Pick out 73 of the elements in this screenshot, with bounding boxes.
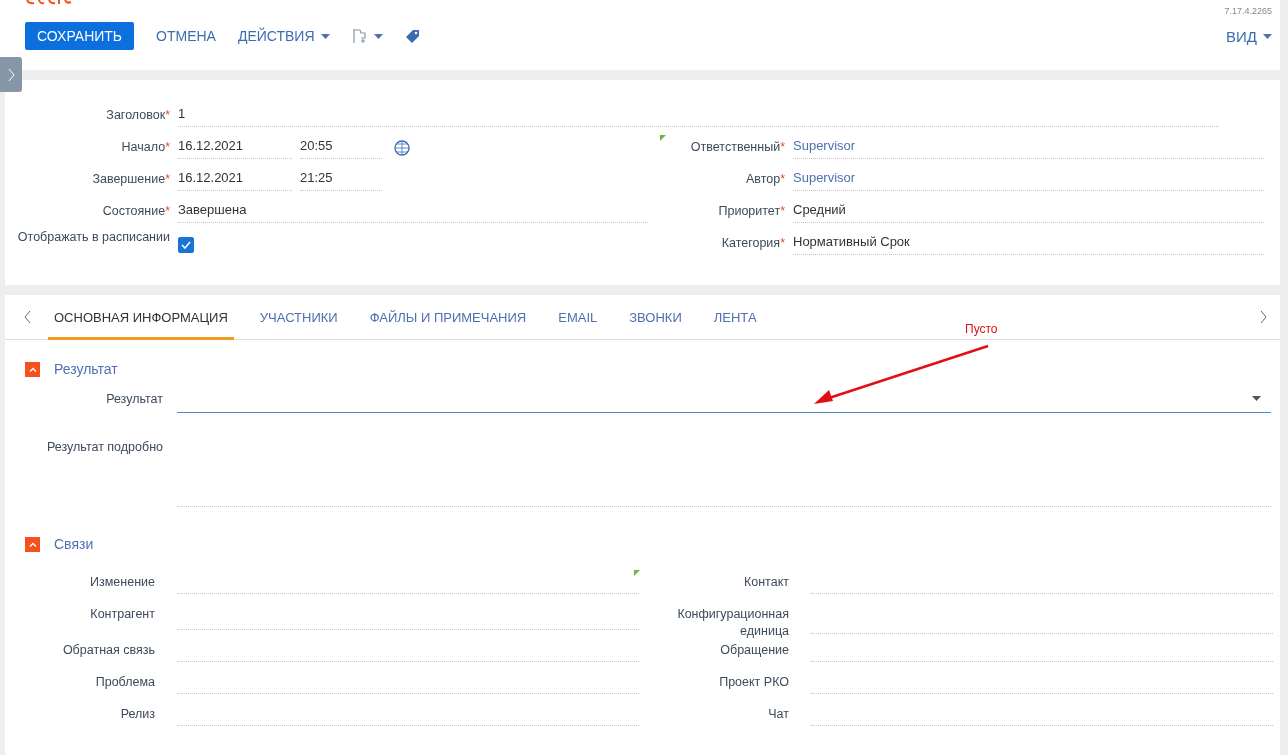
time-field[interactable]: 20:55 [300, 133, 382, 159]
chevron-left-icon[interactable] [23, 310, 32, 324]
version-text: 7.17.4.2265 [1224, 6, 1272, 16]
tab[interactable]: УЧАСТНИКИ [253, 294, 344, 340]
field-label: Конфигурационная единица [676, 606, 789, 640]
save-button[interactable]: СОХРАНИТЬ [25, 22, 135, 50]
required-mark: * [165, 107, 170, 124]
field-label: Автор [745, 171, 781, 188]
field-label: Чат [768, 706, 789, 723]
lookup-link[interactable]: Supervisor [793, 133, 1264, 159]
field-label: Обращение [720, 642, 789, 659]
required-mark: * [165, 203, 170, 220]
caret-icon [373, 33, 383, 39]
date-field[interactable]: 16.12.2021 [178, 165, 292, 191]
globe-clock-icon[interactable] [394, 140, 410, 156]
title-field[interactable]: 1 [178, 101, 1219, 127]
tab[interactable]: EMAIL [552, 294, 604, 340]
field-label: Изменение [90, 574, 155, 591]
caret-icon [320, 33, 330, 39]
field-label: Контрагент [90, 606, 155, 623]
field-label: Завершение [92, 171, 166, 188]
status-field[interactable]: Завершена [178, 197, 648, 223]
tab[interactable]: ФАЙЛЫ И ПРИМЕЧАНИЯ [363, 294, 533, 340]
time-field[interactable]: 21:25 [300, 165, 382, 191]
chevron-up-icon [28, 541, 37, 547]
field-label: Контакт [744, 574, 789, 591]
field-label: Релиз [120, 706, 155, 723]
field-value: Средний [793, 197, 1264, 223]
date-field[interactable]: 16.12.2021 [178, 133, 292, 159]
tag-icon [404, 28, 420, 44]
tab[interactable]: ЛЕНТА [707, 294, 763, 340]
field-label: Обратная связь [62, 642, 155, 659]
field-value: Нормативный Срок [793, 229, 1264, 255]
annotation-text: Пусто [965, 322, 998, 336]
required-mark: * [780, 139, 785, 156]
checkbox[interactable] [178, 237, 194, 253]
dropdown-caret-icon [1252, 396, 1261, 401]
field-label: Начало [121, 139, 166, 156]
flag-plus-icon [351, 28, 368, 44]
flag-menu-button[interactable] [351, 28, 383, 44]
required-mark: * [780, 203, 785, 220]
field-label: Проблема [95, 674, 155, 691]
tab[interactable]: ОСНОВНАЯ ИНФОРМАЦИЯ [48, 294, 234, 340]
tag-button[interactable] [404, 28, 420, 44]
required-mark: * [165, 139, 170, 156]
tab[interactable]: ЗВОНКИ [623, 294, 688, 340]
required-mark: * [780, 171, 785, 188]
lookup-link[interactable]: Supervisor [793, 165, 1264, 191]
collapse-toggle[interactable] [25, 536, 40, 552]
expand-panel-button[interactable] [0, 57, 22, 92]
chevron-up-icon [28, 366, 37, 372]
view-button[interactable]: ВИД [1226, 27, 1272, 45]
chevron-right-icon[interactable] [1259, 310, 1268, 324]
field-label: Ответственный [690, 139, 781, 156]
field-label: Заголовок [106, 107, 166, 124]
group-title[interactable]: Результат [54, 361, 118, 377]
field-label: Состояние [102, 203, 166, 220]
field-label: Результат подробно [47, 439, 163, 456]
field-label: Результат [106, 391, 163, 408]
actions-button[interactable]: ДЕЙСТВИЯ [237, 28, 330, 44]
field-label: Приоритет [718, 203, 781, 220]
field-label: Категория [721, 235, 781, 252]
collapse-toggle[interactable] [25, 361, 40, 377]
logo-icon [25, 0, 73, 5]
cancel-button[interactable]: ОТМЕНА [156, 28, 216, 44]
chevron-right-icon [7, 67, 15, 82]
field-label: Проект РКО [719, 674, 789, 691]
caret-icon [1263, 33, 1272, 39]
check-icon [181, 241, 191, 249]
required-mark: * [780, 235, 785, 252]
required-mark: * [165, 171, 170, 188]
field-label: Отображать в расписании [17, 229, 170, 246]
group-title[interactable]: Связи [54, 536, 94, 552]
